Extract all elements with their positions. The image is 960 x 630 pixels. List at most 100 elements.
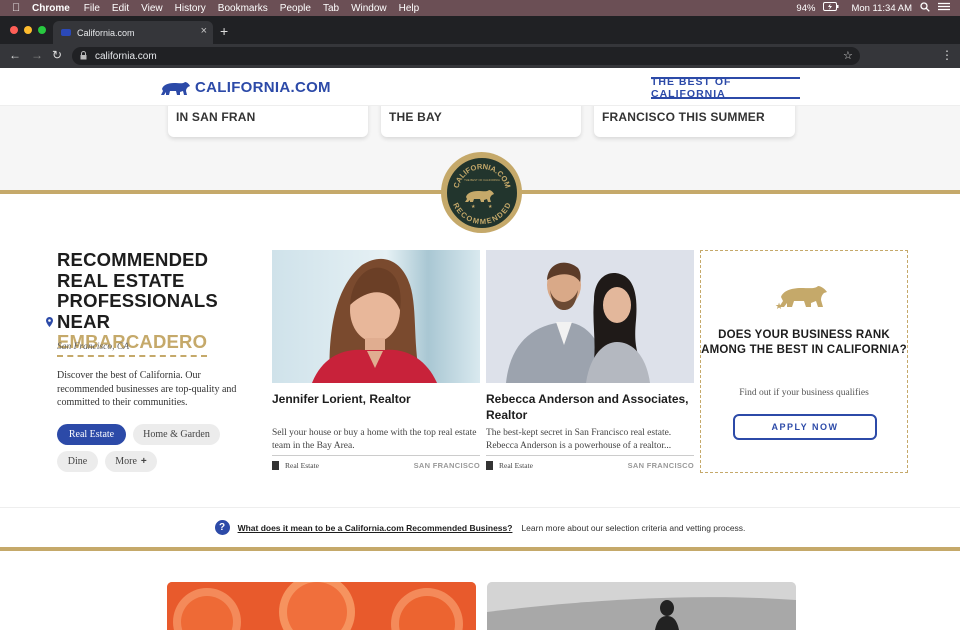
card-divider	[272, 455, 480, 456]
filter-label: Dine	[67, 456, 88, 467]
cta-heading: DOES YOUR BUSINESS RANK AMONG THE BEST I…	[701, 329, 907, 356]
address-bar[interactable]: california.com	[72, 47, 860, 65]
listing-blurb: The best-kept secret in San Francisco re…	[486, 428, 672, 451]
site-logo[interactable]: CALIFORNIA.COM	[160, 79, 331, 96]
browser-tabstrip: California.com × +	[0, 16, 960, 44]
bear-gold-icon: ★	[775, 286, 827, 311]
browser-menu-icon[interactable]: ⋮	[941, 48, 953, 62]
clock[interactable]: Mon 11:34 AM	[851, 3, 912, 14]
cta-subtext: Find out if your business qualifies	[739, 388, 869, 398]
seal-bear-icon	[464, 189, 494, 202]
svg-text:★: ★	[471, 204, 476, 210]
bookmark-star-icon[interactable]: ☆	[843, 49, 853, 62]
menu-bookmarks[interactable]: Bookmarks	[218, 3, 268, 14]
filter-dine[interactable]: Dine	[57, 451, 98, 472]
menu-view[interactable]: View	[141, 3, 163, 14]
macos-menubar:  Chrome File Edit View History Bookmark…	[0, 0, 960, 16]
listing-name[interactable]: Jennifer Lorient, Realtor	[272, 392, 477, 408]
heading-line-2: REAL ESTATE	[57, 269, 185, 291]
menu-tab[interactable]: Tab	[323, 3, 339, 14]
listing-name[interactable]: Rebecca Anderson and Associates, Realtor	[486, 392, 691, 423]
site-tagline[interactable]: THE BEST OF CALIFORNIA	[651, 76, 800, 100]
business-cta-box: ★ DOES YOUR BUSINESS RANK AMONG THE BEST…	[700, 250, 908, 473]
filter-label: More	[115, 456, 137, 467]
help-question-icon: ?	[214, 520, 230, 535]
battery-icon[interactable]	[823, 2, 839, 14]
filter-label: Home & Garden	[143, 429, 210, 440]
article-image[interactable]	[487, 582, 796, 630]
category-flag-icon	[272, 461, 279, 470]
filter-real-estate[interactable]: Real Estate	[57, 424, 126, 445]
site-header: CALIFORNIA.COM THE BEST OF CALIFORNIA	[0, 68, 960, 106]
listing-category: Real Estate	[499, 461, 533, 470]
section-heading: RECOMMENDED REAL ESTATE PROFESSIONALS NE…	[57, 249, 257, 357]
card-divider	[486, 455, 694, 456]
browser-toolbar: ← → ↻ california.com ☆ ⋮	[0, 44, 960, 68]
listing-footer: Real Estate SAN FRANCISCO	[486, 461, 694, 470]
control-center-icon[interactable]	[938, 2, 950, 14]
filter-more[interactable]: More +	[105, 451, 157, 472]
heading-line-3: PROFESSIONALS NEAR	[57, 290, 218, 332]
listing-blurb: Sell your house or buy a home with the t…	[272, 428, 477, 451]
section-description: Discover the best of California. Our rec…	[57, 370, 237, 408]
location-pin-icon	[46, 317, 53, 330]
forward-icon[interactable]: →	[31, 48, 43, 62]
back-icon[interactable]: ←	[9, 48, 21, 62]
featured-card-title: IN SAN FRAN	[176, 110, 256, 124]
listing-category: Real Estate	[285, 461, 319, 470]
seal-top-text: CALIFORNIA.COM	[451, 161, 512, 188]
battery-percent: 94%	[796, 2, 816, 14]
apply-now-button[interactable]: APPLY NOW	[733, 414, 877, 440]
seal-small-text: THE BEST OF CALIFORNIA	[464, 178, 500, 182]
featured-card-title: FRANCISCO THIS SUMMER	[602, 110, 765, 124]
city-label: San Francisco, CA	[57, 342, 130, 352]
menu-app-name[interactable]: Chrome	[32, 3, 70, 14]
svg-text:★: ★	[488, 204, 493, 210]
close-window-icon[interactable]	[10, 26, 18, 34]
filter-label: Real Estate	[68, 429, 115, 440]
tab-title: California.com	[77, 27, 135, 38]
zoom-window-icon[interactable]	[38, 26, 46, 34]
articles-band	[0, 552, 960, 630]
minimize-window-icon[interactable]	[24, 26, 32, 34]
info-bar: ? What does it mean to be a California.c…	[0, 507, 960, 547]
recommended-info-link[interactable]: What does it mean to be a California.com…	[238, 523, 513, 533]
new-tab-icon[interactable]: +	[220, 23, 228, 39]
gold-divider	[0, 547, 960, 551]
browser-tab[interactable]: California.com ×	[53, 21, 213, 44]
menu-edit[interactable]: Edit	[112, 3, 129, 14]
recommended-seal: CALIFORNIA.COM RECOMMENDED THE BEST OF C…	[441, 152, 522, 233]
logo-text: CALIFORNIA.COM	[195, 79, 331, 96]
realtor-photo	[272, 250, 480, 383]
menu-help[interactable]: Help	[399, 3, 420, 14]
menu-window[interactable]: Window	[351, 3, 387, 14]
url-text: california.com	[95, 50, 157, 62]
menu-file[interactable]: File	[84, 3, 100, 14]
menu-people[interactable]: People	[280, 3, 311, 14]
seal-bottom-text: RECOMMENDED	[451, 200, 513, 225]
heading-line-1: RECOMMENDED	[57, 249, 209, 270]
bear-logo-icon	[161, 81, 190, 95]
filter-home-garden[interactable]: Home & Garden	[133, 424, 220, 445]
plus-icon: +	[140, 456, 147, 467]
realtor-photo	[486, 250, 694, 383]
listing-footer: Real Estate SAN FRANCISCO	[272, 461, 480, 470]
apple-icon[interactable]: 	[12, 2, 32, 14]
lock-icon	[80, 50, 87, 62]
info-text: Learn more about our selection criteria …	[521, 522, 746, 533]
spotlight-search-icon[interactable]	[920, 1, 930, 15]
reload-icon[interactable]: ↻	[52, 48, 62, 62]
listing-city: SAN FRANCISCO	[413, 461, 480, 470]
favicon-icon	[61, 29, 71, 36]
menu-history[interactable]: History	[175, 3, 206, 14]
svg-text:CALIFORNIA.COM: CALIFORNIA.COM	[451, 161, 512, 188]
category-flag-icon	[486, 461, 493, 470]
svg-text:RECOMMENDED: RECOMMENDED	[451, 200, 513, 225]
featured-card-title: THE BAY	[389, 110, 442, 124]
window-controls	[10, 26, 46, 34]
listing-city: SAN FRANCISCO	[627, 461, 694, 470]
close-tab-icon[interactable]: ×	[201, 25, 207, 37]
article-image[interactable]	[167, 582, 476, 630]
listing-card[interactable]: Rebecca Anderson and Associates, Realtor…	[486, 250, 694, 470]
listing-card[interactable]: Jennifer Lorient, Realtor Sell your hous…	[272, 250, 480, 470]
